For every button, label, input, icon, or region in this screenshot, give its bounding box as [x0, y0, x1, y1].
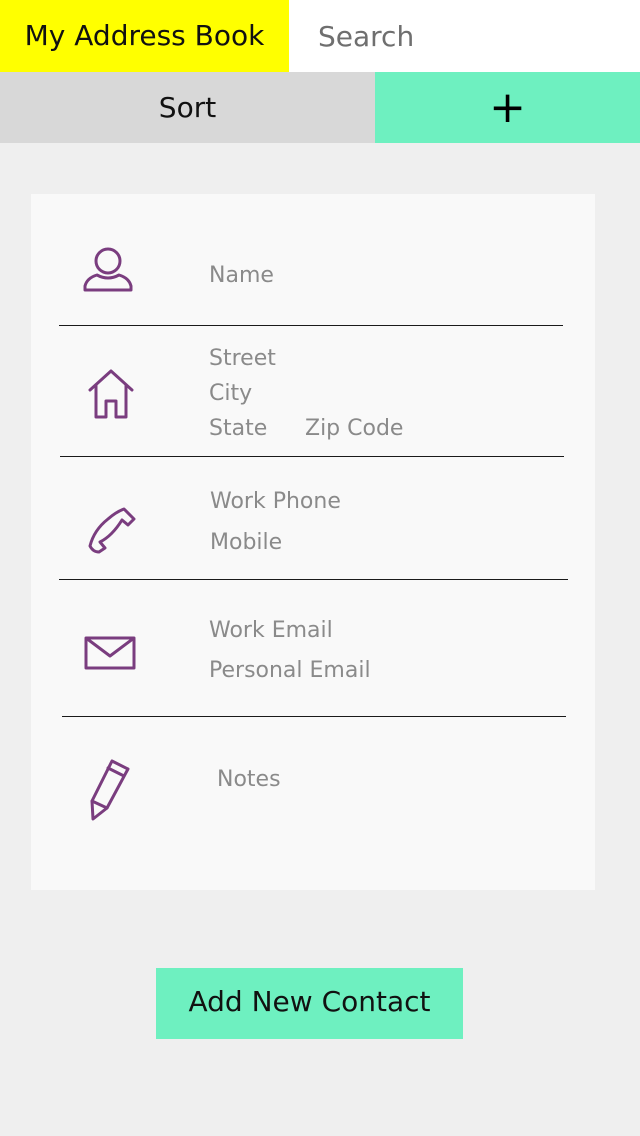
header-bar: My Address Book [0, 0, 640, 72]
notes-field[interactable]: Notes [217, 766, 281, 794]
mobile-field[interactable]: Mobile [210, 529, 282, 557]
sort-button[interactable]: Sort [0, 72, 375, 143]
city-field[interactable]: City [209, 380, 252, 408]
pencil-icon [89, 758, 133, 822]
home-icon [87, 368, 135, 420]
divider [59, 325, 563, 326]
zip-code-field[interactable]: Zip Code [305, 415, 403, 443]
divider [60, 456, 564, 457]
state-field[interactable]: State [209, 415, 267, 443]
name-field[interactable]: Name [209, 262, 274, 290]
personal-email-field[interactable]: Personal Email [209, 657, 371, 685]
person-icon [83, 246, 133, 292]
app-title: My Address Book [0, 0, 289, 72]
contact-form-card: Name Street City State Zip Code Work Pho… [31, 194, 595, 890]
divider [62, 716, 566, 717]
work-phone-field[interactable]: Work Phone [210, 488, 341, 516]
divider [59, 579, 568, 580]
street-field[interactable]: Street [209, 345, 276, 373]
mail-icon [84, 636, 138, 670]
add-new-contact-button[interactable]: Add New Contact [156, 968, 463, 1039]
search-input[interactable] [304, 12, 624, 60]
work-email-field[interactable]: Work Email [209, 617, 333, 645]
add-button[interactable]: + [375, 72, 640, 143]
phone-icon [88, 506, 138, 554]
